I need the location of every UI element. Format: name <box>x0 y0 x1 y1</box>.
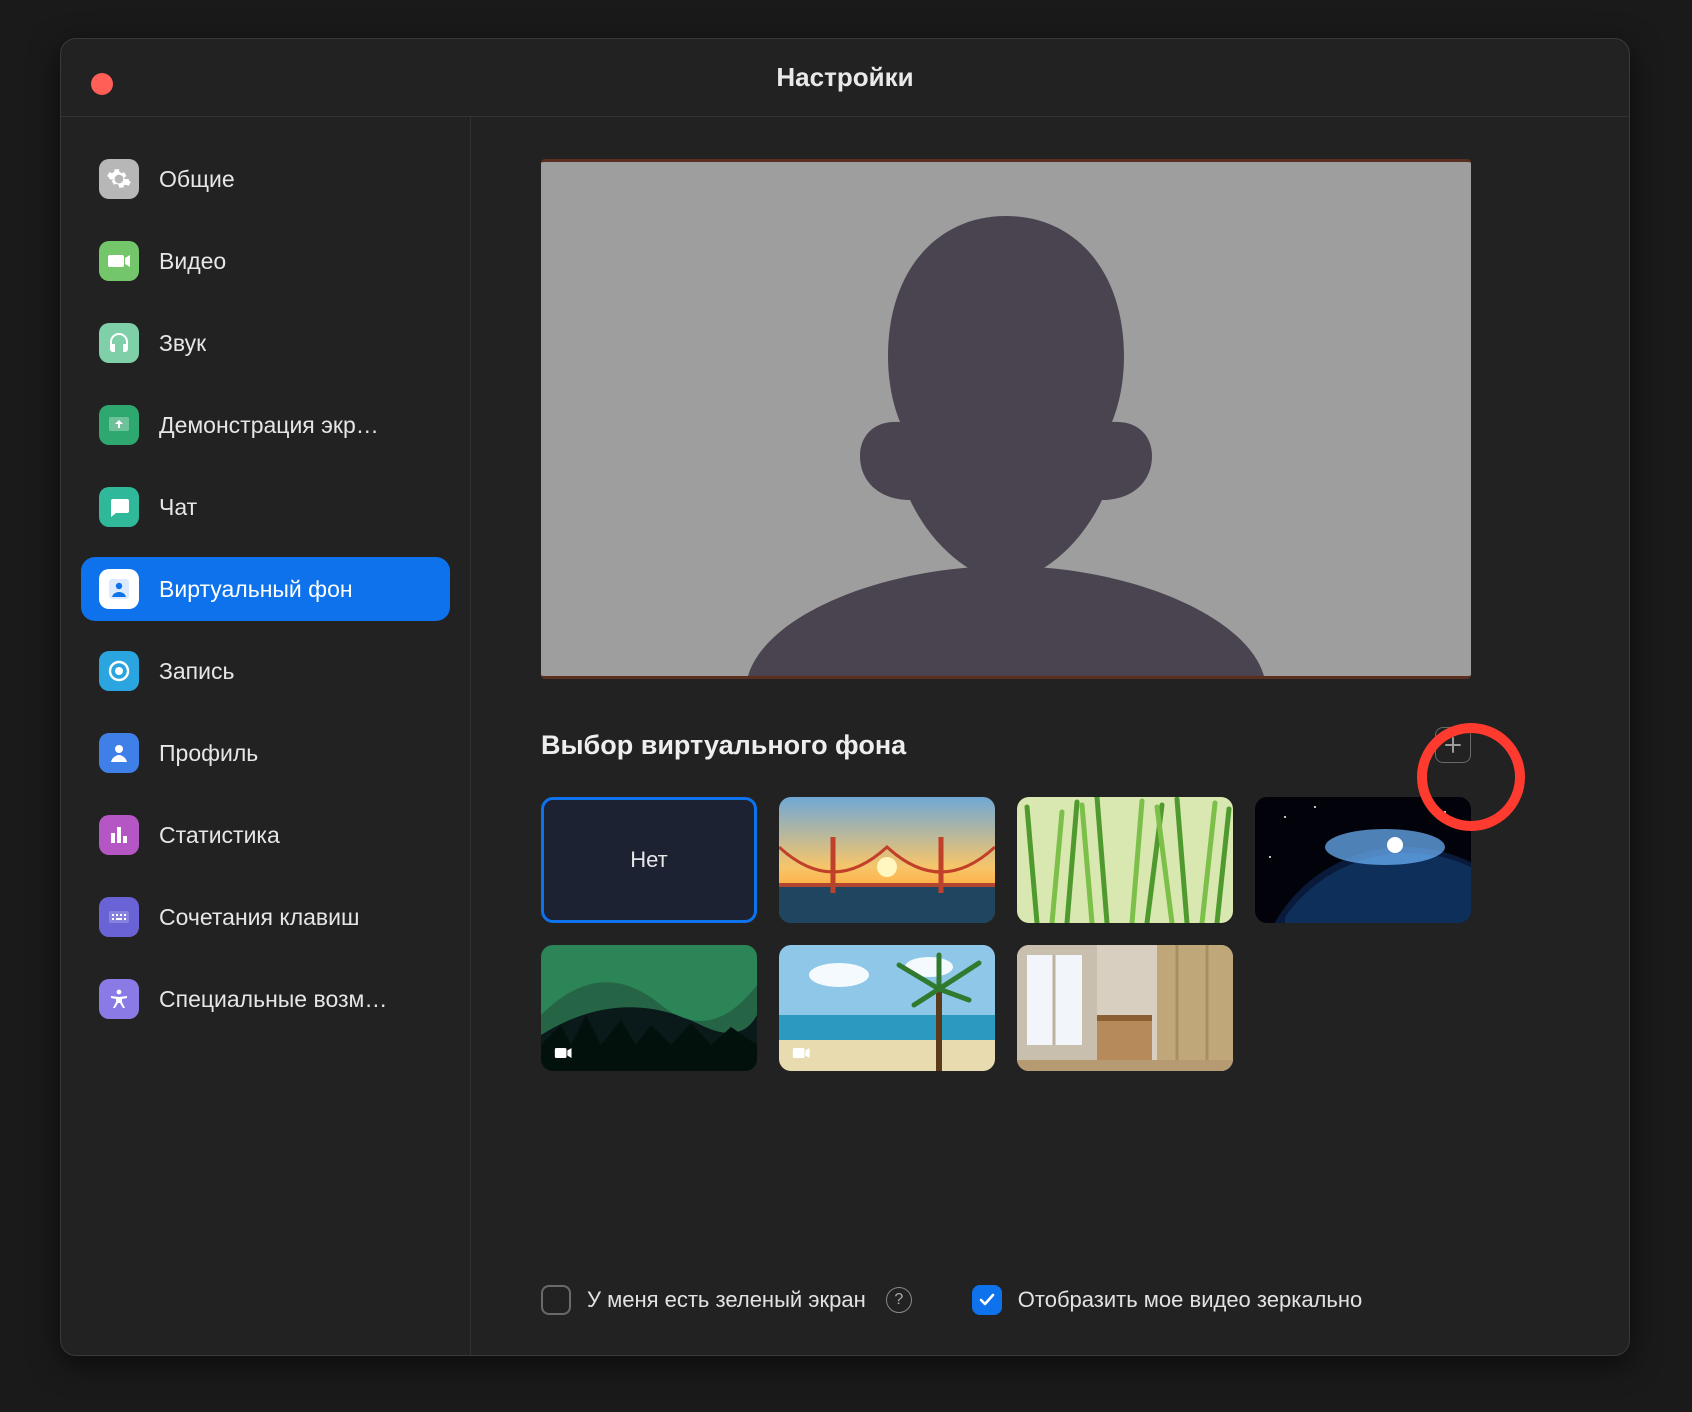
sidebar-item-label: Звук <box>159 330 206 357</box>
chat-icon <box>99 487 139 527</box>
person-square-icon <box>99 569 139 609</box>
section-header: Выбор виртуального фона <box>541 727 1471 763</box>
video-icon <box>789 1043 815 1063</box>
video-preview <box>541 159 1471 679</box>
background-option-beach[interactable] <box>779 945 995 1071</box>
sidebar-item-chat[interactable]: Чат <box>81 475 450 539</box>
sidebar-item-label: Специальные возм… <box>159 986 387 1013</box>
background-option-grass[interactable] <box>1017 797 1233 923</box>
background-option-bridge[interactable] <box>779 797 995 923</box>
background-option-aurora[interactable] <box>541 945 757 1071</box>
bar-chart-icon <box>99 815 139 855</box>
sidebar-item-label: Демонстрация экр… <box>159 412 379 439</box>
sidebar-item-label: Чат <box>159 494 197 521</box>
window-title: Настройки <box>61 62 1629 93</box>
video-icon <box>551 1043 577 1063</box>
avatar-silhouette <box>746 206 1266 676</box>
background-option-none[interactable]: Нет <box>541 797 757 923</box>
sidebar: Общие Видео Звук Демонстрация экр… Чат Виртуа… <box>61 117 471 1355</box>
sidebar-item-video[interactable]: Видео <box>81 229 450 293</box>
sidebar-item-record[interactable]: Запись <box>81 639 450 703</box>
record-icon <box>99 651 139 691</box>
checkbox-box <box>541 1285 571 1315</box>
greenscreen-checkbox[interactable]: У меня есть зеленый экран ? <box>541 1285 912 1315</box>
titlebar: Настройки <box>61 39 1629 117</box>
sidebar-item-profile[interactable]: Профиль <box>81 721 450 785</box>
keyboard-icon <box>99 897 139 937</box>
window-body: Общие Видео Звук Демонстрация экр… Чат Виртуа… <box>61 117 1629 1355</box>
background-option-room[interactable] <box>1017 945 1233 1071</box>
greenscreen-label: У меня есть зеленый экран <box>587 1287 866 1313</box>
sidebar-item-label: Статистика <box>159 822 280 849</box>
sidebar-item-stats[interactable]: Статистика <box>81 803 450 867</box>
background-option-earth[interactable] <box>1255 797 1471 923</box>
window-close-button[interactable] <box>91 73 113 95</box>
share-screen-icon <box>99 405 139 445</box>
sidebar-item-vbg[interactable]: Виртуальный фон <box>81 557 450 621</box>
background-grid: Нет <box>541 797 1471 1071</box>
accessibility-icon <box>99 979 139 1019</box>
options-footer: У меня есть зеленый экран ? Отобразить м… <box>541 1255 1511 1315</box>
background-none-label: Нет <box>630 847 667 873</box>
sidebar-item-audio[interactable]: Звук <box>81 311 450 375</box>
sidebar-item-share[interactable]: Демонстрация экр… <box>81 393 450 457</box>
mirror-checkbox[interactable]: Отобразить мое видео зеркально <box>972 1285 1362 1315</box>
sidebar-item-label: Профиль <box>159 740 258 767</box>
sidebar-item-label: Сочетания клавиш <box>159 904 359 931</box>
video-icon <box>99 241 139 281</box>
sidebar-item-label: Виртуальный фон <box>159 576 353 603</box>
sidebar-item-label: Видео <box>159 248 226 275</box>
mirror-label: Отобразить мое видео зеркально <box>1018 1287 1362 1313</box>
sidebar-item-general[interactable]: Общие <box>81 147 450 211</box>
sidebar-item-label: Запись <box>159 658 234 685</box>
gear-icon <box>99 159 139 199</box>
person-icon <box>99 733 139 773</box>
sidebar-item-shortcuts[interactable]: Сочетания клавиш <box>81 885 450 949</box>
content-pane: Выбор виртуального фона Нет У меня есть … <box>471 117 1629 1355</box>
sidebar-item-accessibility[interactable]: Специальные возм… <box>81 967 450 1031</box>
sidebar-item-label: Общие <box>159 166 235 193</box>
checkbox-box <box>972 1285 1002 1315</box>
section-title: Выбор виртуального фона <box>541 730 1435 761</box>
check-icon <box>978 1291 996 1309</box>
help-icon[interactable]: ? <box>886 1287 912 1313</box>
settings-window: Настройки Общие Видео Звук Демонстрация экр… <box>60 38 1630 1356</box>
headphones-icon <box>99 323 139 363</box>
add-background-button[interactable] <box>1435 727 1471 763</box>
plus-icon <box>1443 735 1463 755</box>
